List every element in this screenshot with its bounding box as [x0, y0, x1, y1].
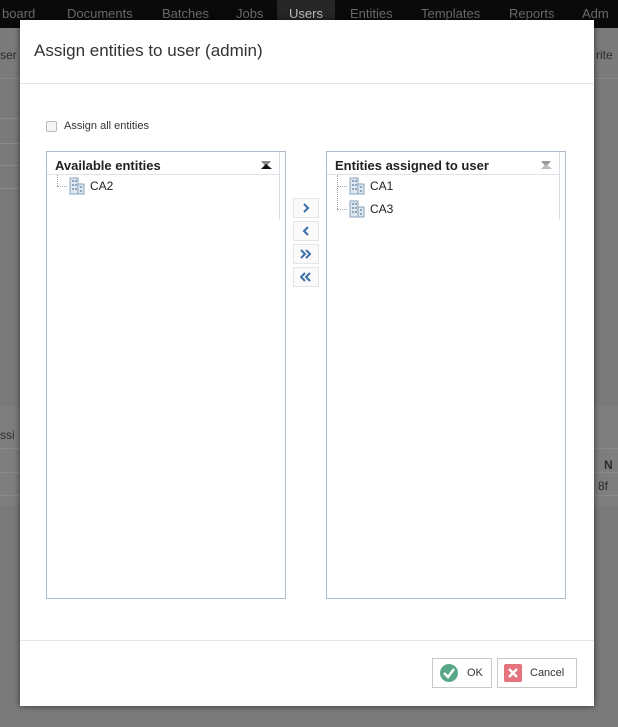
- available-entities-list[interactable]: Available entities CA2: [46, 151, 286, 599]
- background-text: ssi: [0, 428, 15, 442]
- background-text: rite: [596, 48, 613, 62]
- move-all-left-button[interactable]: [293, 267, 319, 287]
- move-left-button[interactable]: [293, 221, 319, 241]
- sort-descending-icon[interactable]: [261, 160, 273, 170]
- assigned-entities-header[interactable]: Entities assigned to user: [327, 152, 559, 175]
- background-divider: [0, 118, 20, 119]
- nav-reports[interactable]: Reports: [509, 6, 555, 21]
- nav-entities[interactable]: Entities: [350, 6, 393, 21]
- close-box-icon: [504, 664, 522, 682]
- double-chevron-left-icon: [300, 272, 311, 282]
- nav-jobs[interactable]: Jobs: [236, 6, 263, 21]
- tree-item[interactable]: CA2: [57, 175, 113, 197]
- available-entities-header[interactable]: Available entities: [47, 152, 279, 175]
- tree-item[interactable]: CA3: [337, 198, 393, 220]
- tree-connector: [337, 198, 349, 220]
- entity-label: CA1: [370, 179, 394, 193]
- available-entities-title: Available entities: [55, 158, 161, 173]
- dialog-title: Assign entities to user (admin): [34, 41, 263, 60]
- building-icon: [349, 177, 365, 195]
- move-all-right-button[interactable]: [293, 244, 319, 264]
- chevron-right-icon: [303, 203, 310, 213]
- move-right-button[interactable]: [293, 198, 319, 218]
- dialog-footer: OK Cancel: [20, 640, 594, 707]
- assigned-entities-title: Entities assigned to user: [335, 158, 489, 173]
- cancel-label: Cancel: [530, 667, 565, 679]
- ok-label: OK: [467, 667, 483, 679]
- nav-batches[interactable]: Batches: [162, 6, 209, 21]
- assign-entities-dialog: Assign entities to user (admin) Assign a…: [20, 20, 594, 706]
- assigned-entities-list[interactable]: Entities assigned to user CA1 CA3: [326, 151, 566, 599]
- entity-label: CA2: [90, 179, 114, 193]
- nav-dashboard[interactable]: board: [2, 6, 35, 21]
- tree-item[interactable]: CA1: [337, 175, 393, 197]
- building-icon: [69, 177, 85, 195]
- background-text: N: [604, 458, 613, 472]
- check-circle-icon: [440, 664, 458, 682]
- background-divider: [0, 143, 20, 144]
- assign-all-row: Assign all entities: [46, 120, 149, 132]
- dialog-header: Assign entities to user (admin): [20, 20, 594, 84]
- background-divider: [0, 188, 20, 189]
- chevron-left-icon: [302, 226, 309, 236]
- sort-icon[interactable]: [541, 160, 553, 170]
- tree-connector: [57, 175, 69, 197]
- nav-templates[interactable]: Templates: [421, 6, 480, 21]
- double-chevron-right-icon: [300, 249, 312, 259]
- assign-all-label[interactable]: Assign all entities: [64, 120, 149, 132]
- list-scroll-divider: [279, 152, 280, 220]
- nav-admin[interactable]: Adm: [582, 6, 609, 21]
- background-text: ser: [0, 48, 17, 62]
- background-text: 8f: [598, 479, 609, 493]
- ok-button[interactable]: OK: [432, 658, 492, 688]
- nav-documents[interactable]: Documents: [67, 6, 133, 21]
- nav-users[interactable]: Users: [289, 6, 323, 21]
- building-icon: [349, 200, 365, 218]
- cancel-button[interactable]: Cancel: [497, 658, 577, 688]
- entity-label: CA3: [370, 202, 394, 216]
- tree-connector: [337, 175, 349, 197]
- list-scroll-divider: [559, 152, 560, 220]
- assign-all-checkbox[interactable]: [46, 120, 57, 132]
- background-divider: [0, 165, 20, 166]
